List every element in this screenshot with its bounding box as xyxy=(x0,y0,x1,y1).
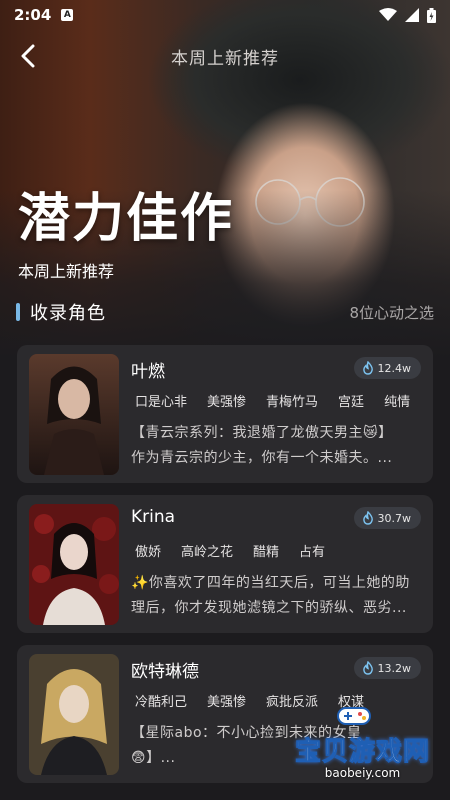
character-avatar xyxy=(29,354,119,475)
tag: 美强惨 xyxy=(207,395,247,410)
battery-icon xyxy=(427,7,436,23)
wifi-icon xyxy=(379,8,397,21)
heat-value: 12.4w xyxy=(377,361,412,375)
description-line: 作为青云宗的少主，你有一个未婚夫。... xyxy=(131,450,393,466)
status-time: 2:04 xyxy=(14,6,52,24)
tag: 口是心非 xyxy=(135,395,188,410)
top-app-bar: 本周上新推荐 xyxy=(0,38,450,74)
watermark-text: 宝贝游戏网 xyxy=(294,737,430,768)
tag: 宫廷 xyxy=(338,395,365,410)
section-header: 收录角色 8位心动之选 xyxy=(16,298,434,326)
chevron-left-icon xyxy=(21,44,35,68)
back-button[interactable] xyxy=(12,40,44,72)
character-avatar xyxy=(29,504,119,625)
character-avatar xyxy=(29,654,119,775)
tag-list: 傲娇 高岭之花 醋精 占有 xyxy=(135,541,325,560)
flame-icon xyxy=(362,511,373,525)
tag-list: 口是心非 美强惨 青梅竹马 宫廷 纯情 xyxy=(135,391,410,410)
section-title: 收录角色 xyxy=(30,303,106,324)
page-title: 本周上新推荐 xyxy=(171,48,279,69)
hero-artwork-glasses xyxy=(255,177,365,227)
status-bar: 2:04 A xyxy=(0,0,450,30)
character-card[interactable]: Krina 30.7w 傲娇 高岭之花 醋精 占有 ✨你喜欢了四年的当红天后，可… xyxy=(17,495,433,633)
character-card[interactable]: 叶燃 12.4w 口是心非 美强惨 青梅竹马 宫廷 纯情 【青云宗系列：我退婚了… xyxy=(17,345,433,483)
flame-icon xyxy=(362,661,373,675)
hero-subtitle: 本周上新推荐 xyxy=(18,262,115,281)
watermark-logo: 宝贝游戏网 baobeiy.com xyxy=(294,707,430,780)
heat-badge: 13.2w xyxy=(353,657,421,679)
description-line: ✨你喜欢了四年的当红天后，可当上她的助 xyxy=(131,575,410,591)
character-name: Krina xyxy=(131,507,176,527)
gamepad-icon xyxy=(337,707,371,725)
character-name: 欧特琳德 xyxy=(131,662,199,682)
tag-list: 冷酷利己 美强惨 疯批反派 权谋 xyxy=(135,691,364,710)
hero-title: 潜力佳作 xyxy=(18,188,235,249)
description-line: 【青云宗系列：我退婚了龙傲天男主😿】 xyxy=(131,425,393,441)
tag: 醋精 xyxy=(253,545,280,560)
heat-value: 30.7w xyxy=(377,511,412,525)
character-description: ✨你喜欢了四年的当红天后，可当上她的助 理后，你才发现她滤镜之下的骄纵、恶劣..… xyxy=(131,571,421,621)
flame-icon xyxy=(362,361,373,375)
tag: 疯批反派 xyxy=(266,695,319,710)
character-name: 叶燃 xyxy=(131,362,165,382)
tag: 冷酷利己 xyxy=(135,695,188,710)
notification-badge-icon: A xyxy=(61,9,74,21)
section-count: 8位心动之选 xyxy=(349,303,434,322)
tag: 傲娇 xyxy=(135,545,162,560)
watermark-url: baobeiy.com xyxy=(324,766,401,780)
tag: 青梅竹马 xyxy=(266,395,319,410)
signal-icon xyxy=(405,8,419,22)
tag: 占有 xyxy=(299,545,326,560)
tag: 纯情 xyxy=(384,395,411,410)
description-line: 理后，你才发现她滤镜之下的骄纵、恶劣... xyxy=(131,600,407,616)
tag: 美强惨 xyxy=(207,695,247,710)
tag: 高岭之花 xyxy=(181,545,234,560)
character-description: 【青云宗系列：我退婚了龙傲天男主😿】 作为青云宗的少主，你有一个未婚夫。... xyxy=(131,421,421,471)
heat-badge: 30.7w xyxy=(353,507,421,529)
heat-value: 13.2w xyxy=(377,661,412,675)
section-accent-bar xyxy=(16,303,20,321)
heat-badge: 12.4w xyxy=(353,357,421,379)
